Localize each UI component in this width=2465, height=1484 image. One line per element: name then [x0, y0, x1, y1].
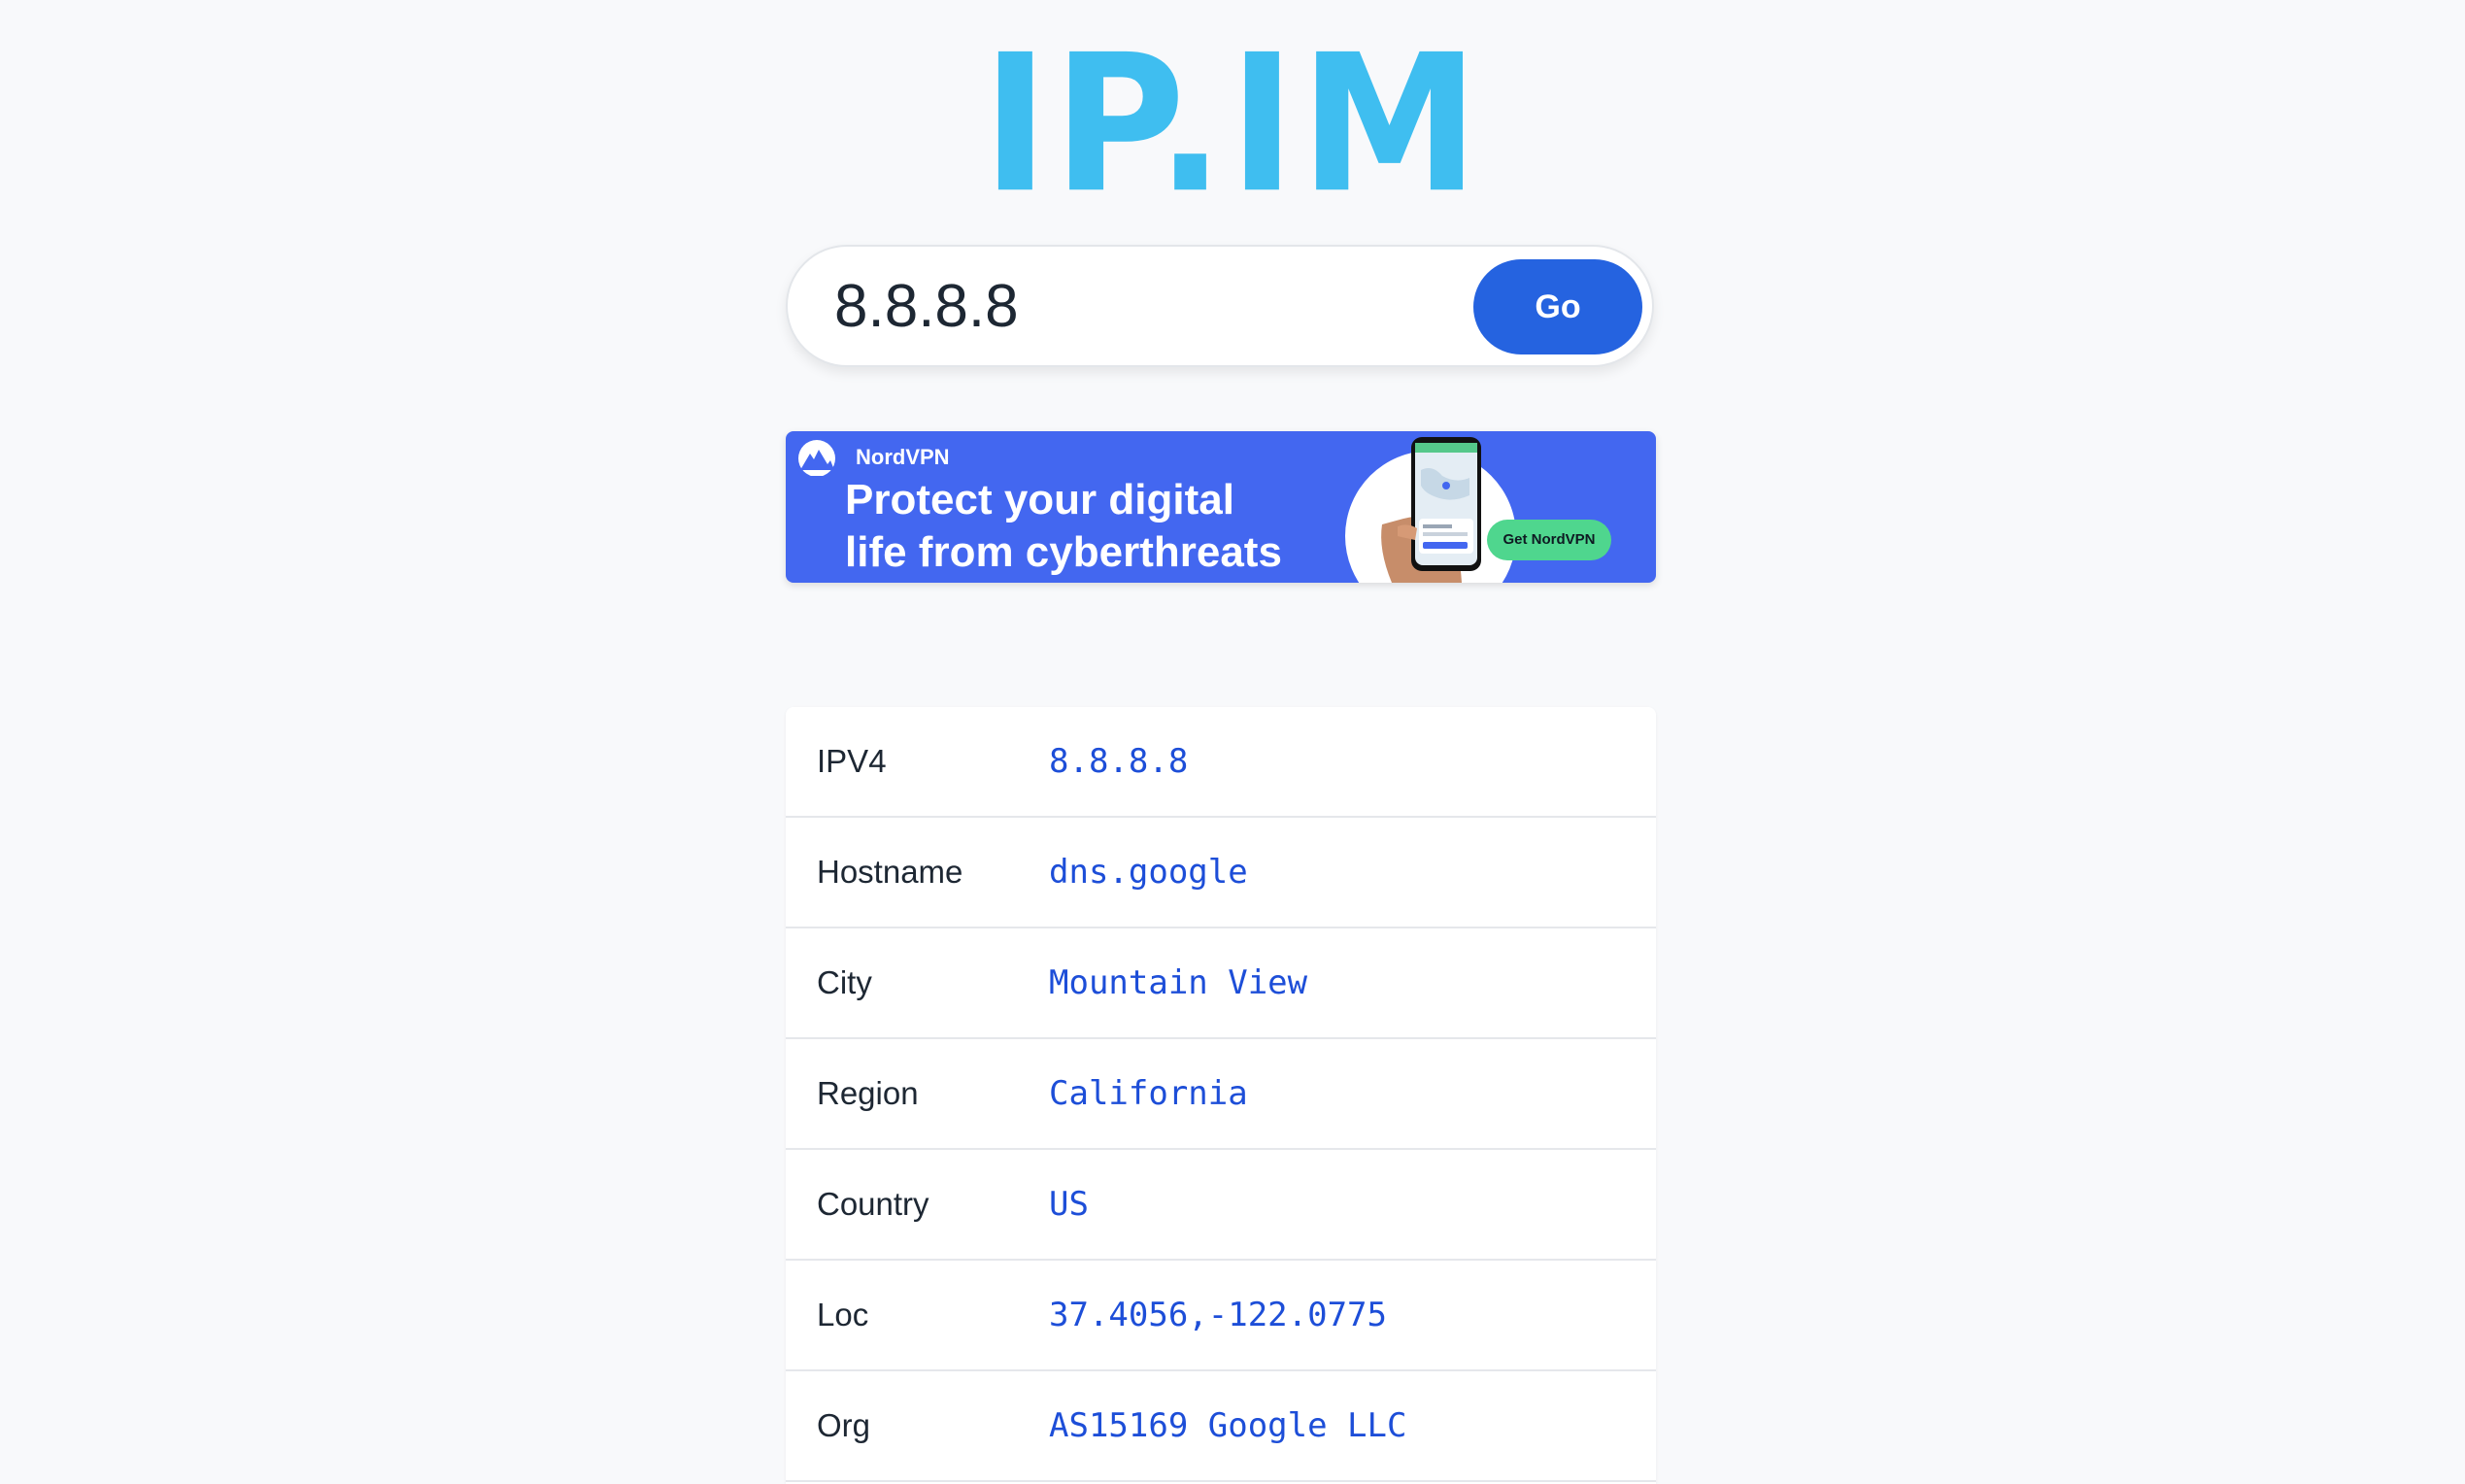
table-row-org: Org AS15169 Google LLC — [786, 1371, 1656, 1482]
phone-in-hand-icon — [1381, 437, 1481, 583]
search-bar: Go — [786, 245, 1654, 367]
row-label: Hostname — [817, 854, 963, 890]
ip-info-table: IPV4 8.8.8.8 Hostname dns.google City Mo… — [786, 707, 1656, 1484]
row-value: dns.google — [1049, 853, 1248, 892]
nordvpn-mountain-icon — [798, 440, 835, 476]
table-row-hostname: Hostname dns.google — [786, 818, 1656, 928]
table-row-city: City Mountain View — [786, 928, 1656, 1039]
table-row-region: Region California — [786, 1039, 1656, 1150]
get-nordvpn-button[interactable]: Get NordVPN — [1487, 520, 1611, 560]
row-value: 37.4056,-122.0775 — [1049, 1296, 1387, 1334]
row-value: US — [1049, 1185, 1089, 1224]
table-row-loc: Loc 37.4056,-122.0775 — [786, 1261, 1656, 1371]
row-value: Mountain View — [1049, 963, 1308, 1002]
table-row-ipv4: IPV4 8.8.8.8 — [786, 707, 1656, 818]
ad-brand-name: NordVPN — [856, 445, 950, 469]
table-row-country: Country US — [786, 1150, 1656, 1261]
nordvpn-ad-banner[interactable]: NordVPN Protect your digital life from c… — [786, 431, 1656, 583]
ad-headline-line-2: life from cyberthreats — [845, 528, 1282, 576]
ad-headline: Protect your digital life from cyberthre… — [845, 474, 1389, 579]
row-label: Org — [817, 1407, 871, 1443]
row-value: AS15169 Google LLC — [1049, 1406, 1407, 1445]
row-label: City — [817, 964, 872, 1000]
ad-headline-line-1: Protect your digital — [845, 476, 1234, 523]
row-label: Country — [817, 1186, 929, 1222]
row-value: 8.8.8.8 — [1049, 742, 1189, 781]
site-logo[interactable]: IP.IM — [0, 21, 2465, 226]
go-button[interactable]: Go — [1473, 259, 1642, 354]
row-label: IPV4 — [817, 743, 887, 779]
row-label: Region — [817, 1075, 919, 1111]
row-value: California — [1049, 1074, 1248, 1113]
row-label: Loc — [817, 1297, 869, 1332]
ip-search-input[interactable] — [834, 264, 1456, 348]
